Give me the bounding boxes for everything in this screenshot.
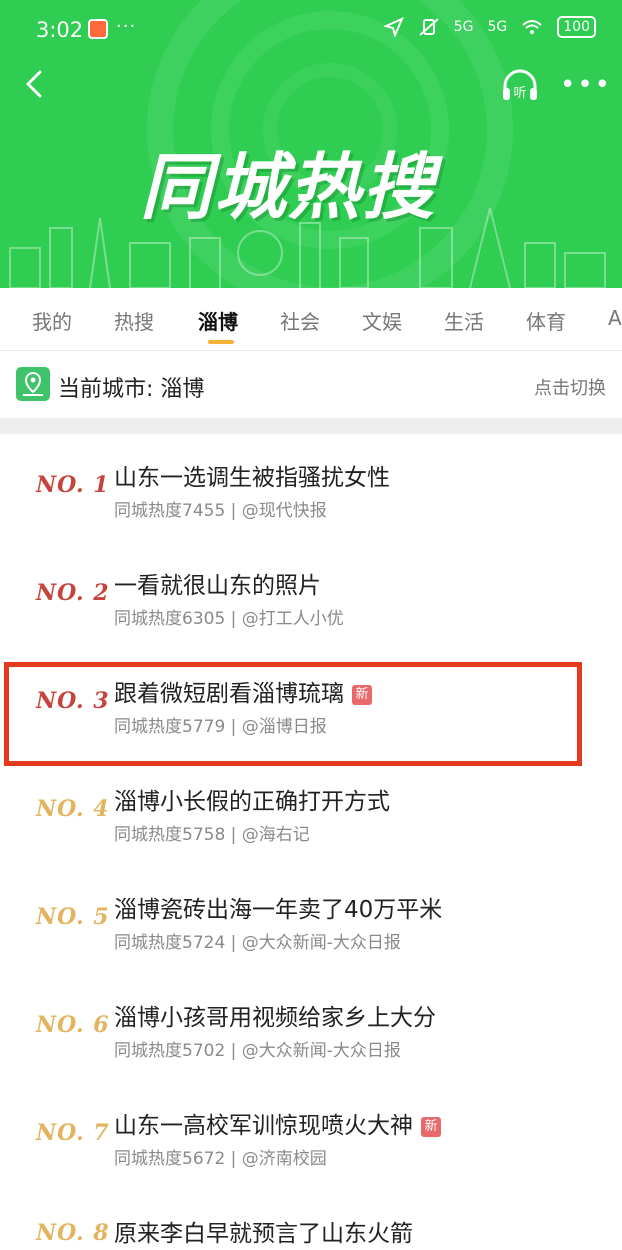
status-time: 3:02 bbox=[36, 18, 84, 42]
item-title[interactable]: 淄博瓷砖出海一年卖了40万平米 bbox=[114, 890, 442, 924]
item-title: 山东一高校军训惊现喷火大神 bbox=[114, 1113, 413, 1139]
listen-label: 听 bbox=[513, 86, 526, 101]
vibrate-off-icon bbox=[419, 18, 439, 36]
current-city-label: 当前城市: 淄博 bbox=[58, 377, 205, 402]
item-meta: 同城热度5702 | @大众新闻-大众日报 bbox=[114, 1041, 401, 1061]
header-banner: 3:02 ··· 5G 5G 100 听 ••• 同城热搜 bbox=[0, 0, 622, 288]
list-item[interactable]: NO. 8 原来李白早就预言了山东火箭 bbox=[0, 1190, 622, 1250]
item-title[interactable]: 一看就很山东的照片 bbox=[114, 566, 321, 600]
tab-zibo[interactable]: 淄博 bbox=[198, 306, 238, 335]
highlight-box bbox=[4, 662, 582, 766]
tab-sports[interactable]: 体育 bbox=[526, 306, 566, 335]
wifi-icon bbox=[522, 20, 542, 34]
status-bar: 3:02 ··· 5G 5G 100 bbox=[0, 0, 622, 60]
battery-indicator: 100 bbox=[557, 16, 596, 38]
item-title-row[interactable]: 山东一高校军训惊现喷火大神新 bbox=[114, 1106, 441, 1140]
back-icon[interactable] bbox=[20, 68, 52, 100]
list-item[interactable]: NO. 7 山东一高校军训惊现喷火大神新 同城热度5672 | @济南校园 bbox=[0, 1082, 622, 1191]
list-item[interactable]: NO. 4 淄博小长假的正确打开方式 同城热度5758 | @海右记 bbox=[0, 758, 622, 867]
signal-5g-1: 5G bbox=[453, 19, 474, 35]
tab-mine[interactable]: 我的 bbox=[32, 306, 72, 335]
item-title[interactable]: 淄博小长假的正确打开方式 bbox=[114, 782, 390, 816]
tab-life[interactable]: 生活 bbox=[444, 306, 484, 335]
item-title[interactable]: 淄博小孩哥用视频给家乡上大分 bbox=[114, 998, 436, 1032]
list-item[interactable]: NO. 6 淄博小孩哥用视频给家乡上大分 同城热度5702 | @大众新闻-大众… bbox=[0, 974, 622, 1083]
active-tab-indicator bbox=[208, 340, 234, 344]
switch-city-link[interactable]: 点击切换 bbox=[534, 374, 606, 400]
app-notification-icon bbox=[88, 19, 108, 39]
category-tabs: 我的 热搜 淄博 社会 文娱 生活 体育 A bbox=[0, 288, 622, 351]
new-badge: 新 bbox=[421, 1117, 441, 1137]
section-divider bbox=[0, 418, 622, 434]
current-city-bar: 当前城市: 淄博 点击切换 bbox=[0, 352, 622, 418]
status-more-dots: ··· bbox=[116, 16, 137, 37]
item-meta: 同城热度5672 | @济南校园 bbox=[114, 1149, 327, 1169]
item-meta: 同城热度5724 | @大众新闻-大众日报 bbox=[114, 933, 401, 953]
item-meta: 同城热度5758 | @海右记 bbox=[114, 825, 310, 845]
rank-badge: NO. 6 bbox=[36, 1012, 110, 1038]
rank-badge: NO. 4 bbox=[36, 796, 110, 822]
item-meta: 同城热度7455 | @现代快报 bbox=[114, 501, 327, 521]
tab-society[interactable]: 社会 bbox=[280, 306, 320, 335]
location-arrow-icon bbox=[383, 17, 404, 37]
list-item[interactable]: NO. 1 山东一选调生被指骚扰女性 同城热度7455 | @现代快报 bbox=[0, 434, 622, 543]
rank-badge: NO. 8 bbox=[36, 1220, 110, 1246]
rank-badge: NO. 7 bbox=[36, 1120, 110, 1146]
rank-badge: NO. 5 bbox=[36, 904, 110, 930]
tab-more[interactable]: A bbox=[608, 306, 622, 330]
rank-badge: NO. 1 bbox=[36, 472, 110, 498]
item-title[interactable]: 山东一选调生被指骚扰女性 bbox=[114, 458, 390, 492]
tab-hot-search[interactable]: 热搜 bbox=[114, 306, 154, 335]
listen-headphones-icon[interactable]: 听 bbox=[500, 68, 540, 104]
rank-badge: NO. 2 bbox=[36, 580, 110, 606]
tab-entertainment[interactable]: 文娱 bbox=[362, 306, 402, 335]
list-item[interactable]: NO. 5 淄博瓷砖出海一年卖了40万平米 同城热度5724 | @大众新闻-大… bbox=[0, 866, 622, 975]
more-options-icon[interactable]: ••• bbox=[560, 70, 612, 100]
status-icons: 5G 5G 100 bbox=[383, 16, 596, 38]
item-title[interactable]: 原来李白早就预言了山东火箭 bbox=[114, 1214, 413, 1248]
item-meta: 同城热度6305 | @打工人小优 bbox=[114, 609, 344, 629]
location-pin-icon bbox=[16, 367, 50, 401]
signal-5g-2: 5G bbox=[487, 19, 508, 35]
city-skyline-illustration bbox=[9, 207, 606, 288]
list-item[interactable]: NO. 2 一看就很山东的照片 同城热度6305 | @打工人小优 bbox=[0, 542, 622, 651]
